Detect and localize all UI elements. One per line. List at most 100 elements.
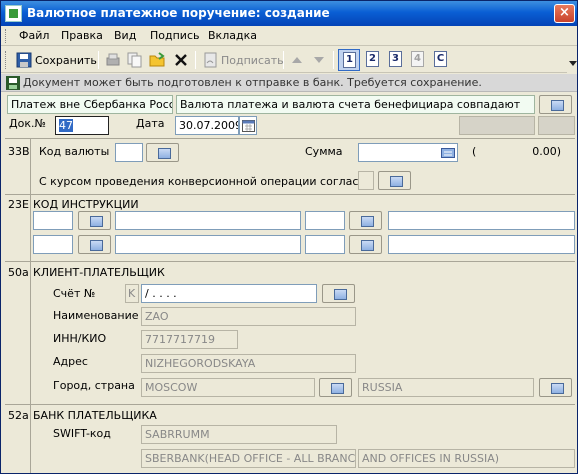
open-folder-icon[interactable] [149,52,165,68]
currency-code-label: Код валюты [39,145,110,158]
section-divider [5,138,575,139]
swift-code-field[interactable]: SABRRUMM [141,425,337,444]
account-picker-button[interactable] [322,284,355,303]
toolbar-grip-icon [5,51,8,69]
tab-4-button[interactable]: 4 [407,49,429,71]
status-message: Документ может быть подготовлен к отправ… [23,76,482,89]
toolbar-separator [333,51,334,69]
delete-icon[interactable] [173,52,189,68]
instruction-picker-button-2[interactable] [349,211,382,230]
account-label: Счёт № [53,287,96,300]
menu-tab[interactable]: Вкладка [208,29,257,42]
tab-3-label: 3 [389,51,402,67]
toolbar-scroll-button[interactable] [567,47,577,73]
bank-name-field-2[interactable]: AND OFFICES IN RUSSIA) [358,449,575,468]
payer-bank-title: БАНК ПЛАТЕЛЬЩИКА [33,409,157,422]
payment-type-field[interactable]: Платеж вне Сбербанка России [7,95,173,114]
bank-name-field[interactable]: SBERBANK(HEAD OFFICE - ALL BRANCHES [141,449,356,468]
instruction-code-input-2[interactable] [305,211,345,230]
account-prefix-field: K [125,284,139,303]
instruction-code-title: КОД ИНСТРУКЦИИ [33,198,139,211]
doc-number-label: Док.№ [9,117,46,130]
toolbar-separator [98,51,99,69]
section-divider [5,404,575,405]
currency-note-field[interactable]: Валюта платежа и валюта счета бенефициар… [176,95,535,114]
city-field[interactable]: MOSCOW [141,378,315,397]
instruction-text-input-3[interactable] [115,235,301,254]
instruction-picker-button-1[interactable] [78,211,111,230]
inn-label: ИНН/КИО [53,332,107,345]
sign-label: Подписать [221,54,284,67]
save-label: Сохранить [35,54,97,67]
status-bar: Документ может быть подготовлен к отправ… [1,74,577,92]
chevron-down-icon [569,61,577,66]
conversion-picker-button[interactable] [378,171,411,190]
doc-number-value: 47 [59,119,73,132]
name-field[interactable]: ZAO [141,307,356,326]
instruction-picker-button-3[interactable] [78,235,111,254]
menu-edit[interactable]: Правка [61,29,103,42]
document-status-icon [6,76,20,90]
city-picker-button[interactable] [319,378,352,397]
menu-grip-icon [5,29,8,43]
tab-1-button[interactable]: 1 [338,49,360,71]
tab-c-label: C [434,51,447,67]
instruction-text-input-2[interactable] [388,211,575,230]
toolbar-separator [195,51,196,69]
date-input[interactable]: 30.07.2009 [175,116,239,135]
menu-sign[interactable]: Подпись [150,29,199,42]
currency-picker-button[interactable] [146,143,179,162]
tab-2-button[interactable]: 2 [362,49,384,71]
date-label: Дата [136,117,165,130]
inn-field[interactable]: 7717717719 [141,330,238,349]
section-divider [5,194,575,195]
sign-button[interactable]: Подписать [201,49,284,71]
calendar-icon [242,120,255,132]
payment-form: Платеж вне Сбербанка России Валюта плате… [1,93,577,473]
tab-c-button[interactable]: C [430,49,452,71]
account-input[interactable]: / . . . . [141,284,317,303]
instruction-text-input-1[interactable] [115,211,301,230]
extra-field-disabled [459,116,535,135]
amount-display: ( 0.00) [472,145,562,158]
copy-icon[interactable] [127,52,143,68]
close-button[interactable]: × [554,4,575,23]
instruction-code-input-1[interactable] [33,211,73,230]
tab-1-label: 1 [343,52,356,68]
window-title: Валютное платежное поручение: создание [27,6,330,20]
address-label: Адрес [53,355,88,368]
menu-file[interactable]: Файл [19,29,49,42]
app-window: Валютное платежное поручение: создание ×… [0,0,578,474]
section-divider [5,261,575,262]
print-icon[interactable] [105,52,121,68]
arrow-down-icon[interactable] [311,52,327,68]
name-label: Наименование [53,309,139,322]
calendar-button[interactable] [239,116,257,135]
doc-number-input[interactable]: 47 [55,116,109,135]
tab-3-button[interactable]: 3 [385,49,407,71]
extra-field-disabled-2 [538,116,575,135]
amount-input[interactable] [358,143,458,162]
instruction-code-input-3[interactable] [33,235,73,254]
country-field[interactable]: RUSSIA [358,378,534,397]
currency-code-input[interactable] [115,143,143,162]
calculator-icon [441,148,455,158]
field-code-23e: 23E [8,198,29,211]
conversion-checkbox[interactable] [358,171,374,190]
amount-label: Сумма [305,145,343,158]
payer-client-title: КЛИЕНТ-ПЛАТЕЛЬЩИК [33,266,165,279]
instruction-code-input-4[interactable] [305,235,345,254]
field-code-50a: 50a [8,266,29,279]
instruction-picker-button-4[interactable] [349,235,382,254]
field-code-52a: 52a [8,409,29,422]
country-picker-button[interactable] [539,378,572,397]
toolbar-separator [283,51,284,69]
save-button[interactable]: Сохранить [13,49,97,71]
arrow-up-icon[interactable] [289,52,305,68]
menu-view[interactable]: Вид [114,29,136,42]
toolbar: Сохранить Подписать 1 2 3 4 C [1,47,577,73]
instruction-text-input-4[interactable] [388,235,575,254]
payment-type-picker-button[interactable] [539,95,572,114]
sign-document-icon [204,52,217,68]
address-field[interactable]: NIZHEGORODSKAYA [141,354,356,373]
